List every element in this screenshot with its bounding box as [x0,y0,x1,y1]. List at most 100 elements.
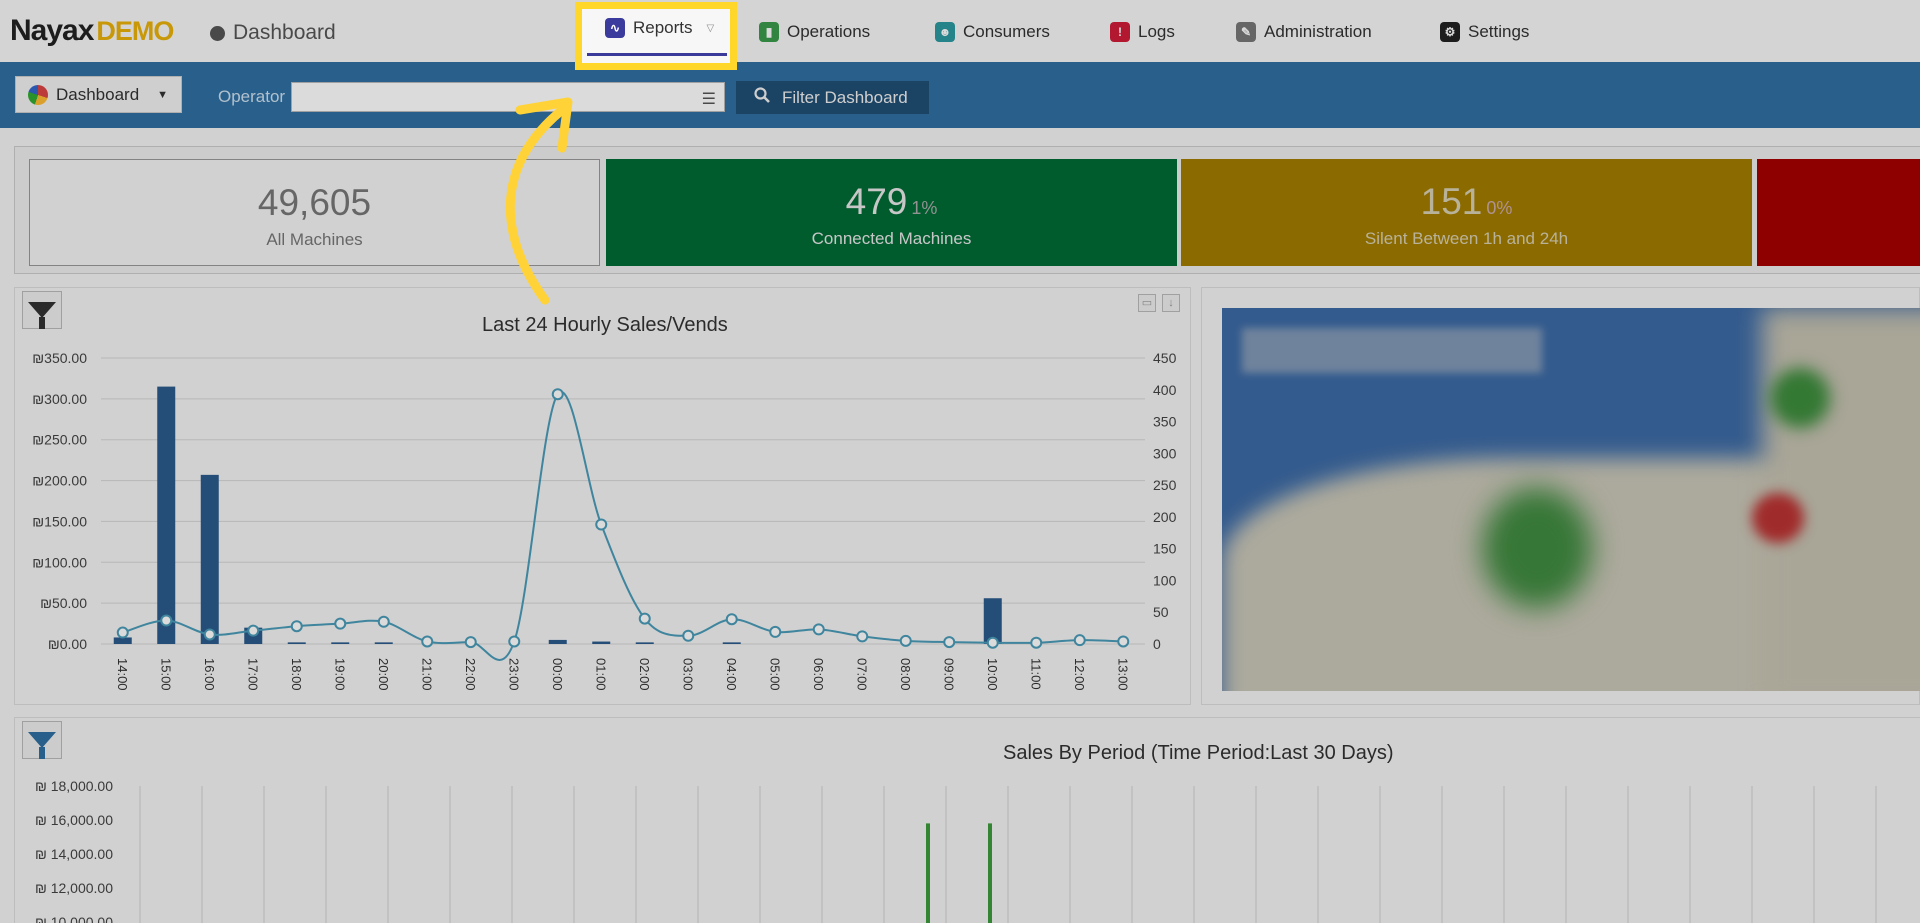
x-tick-label: 14:00 [115,658,130,691]
nav-consumers[interactable]: ☻ Consumers [935,20,1050,44]
hourly-sales-bar [592,641,611,644]
nav-operations-label: Operations [787,22,871,41]
hourly-vends-point [595,518,608,531]
filter-dashboard-button[interactable]: Filter Dashboard [736,81,929,114]
nayax-logo[interactable]: Nayax DEMO [10,14,174,48]
y-tick-label: ₪ 12,000.00 [35,880,113,896]
hourly-vends-point [377,615,390,628]
x-tick-label: 06:00 [811,658,826,691]
hourly-sales-bar [331,642,350,644]
x-tick-label: 02:00 [637,658,652,691]
x-tick-label: 16:00 [202,658,217,691]
chevron-down-icon: ▼ [157,88,169,101]
hourly-sales-bar [374,642,393,644]
y-tick-label-left: ₪250.00 [32,432,87,448]
hourly-vends-point [464,636,477,649]
period-sales-bar [988,823,992,923]
y-tick-label-left: ₪350.00 [32,350,87,366]
hourly-sales-bar [722,642,741,644]
dashboard-select-value: Dashboard [56,84,140,104]
y-tick-label-left: ₪0.00 [48,636,87,652]
x-tick-label: 03:00 [680,658,695,691]
x-tick-label: 21:00 [419,658,434,691]
y-tick-label-left: ₪100.00 [32,554,87,570]
hourly-vends-point [769,625,782,638]
map-park [1482,488,1592,608]
y-tick-label: ₪ 14,000.00 [35,846,113,862]
hourly-vends-point [1117,635,1130,648]
hourly-vends-point [334,617,347,630]
list-icon[interactable]: ☰ [702,89,716,109]
hourly-sales-panel: ▭ ↓ Last 24 Hourly Sales/Vends ₪0.00 ₪50.… [14,287,1191,705]
x-tick-label: 08:00 [898,658,913,691]
dashboard-select[interactable]: Dashboard ▼ [15,76,182,113]
stat-silent-label: Silent Between 1h and 24h [1364,229,1569,248]
sales-by-period-chart: ₪ 10,000.00 ₪ 12,000.00 ₪ 14,000.00 ₪ 16,00… [35,778,1877,923]
x-tick-label: 07:00 [854,658,869,691]
nav-settings[interactable]: ⚙ Settings [1440,20,1529,44]
hourly-vends-point [812,623,825,636]
machines-map[interactable] [1222,308,1920,691]
nav-logs[interactable]: ! Logs [1110,20,1175,44]
hourly-sales-bar [200,474,219,644]
hourly-vends-point [290,620,303,633]
reports-icon: ∿ [605,18,625,38]
operations-icon: ▮ [759,22,779,42]
search-icon [754,87,770,108]
x-tick-label: 15:00 [158,658,173,691]
stat-silent-machines[interactable]: 151 0% Silent Between 1h and 24h [1181,159,1752,266]
y-tick-label-left: ₪150.00 [32,513,87,529]
filter-dashboard-label: Filter Dashboard [782,87,908,107]
nav-administration[interactable]: ✎ Administration [1236,20,1372,44]
hourly-vends-line [122,390,1124,661]
y-tick-label: ₪ 10,000.00 [35,914,113,923]
map-search-bar[interactable] [1242,328,1542,373]
nav-consumers-label: Consumers [963,22,1050,41]
hourly-vends-point [725,613,738,626]
nav-settings-label: Settings [1468,22,1530,41]
hourly-vends-point [551,388,564,401]
x-tick-label: 12:00 [1072,658,1087,691]
hourly-vends-point [1030,636,1043,649]
logs-icon: ! [1110,22,1130,42]
x-tick-label: 04:00 [724,658,739,691]
hourly-vends-point [203,628,216,641]
map-marker-red[interactable] [1752,493,1804,543]
y-tick-label-right: 200 [1153,509,1177,525]
x-tick-label: 13:00 [1115,658,1130,691]
y-tick-label-right: 150 [1153,541,1177,557]
sales-by-period-panel: Sales By Period (Time Period:Last 30 Day… [14,717,1920,923]
map-marker-green[interactable] [1770,368,1830,428]
hourly-vends-point [421,635,434,648]
stat-connected-machines[interactable]: 479 1% Connected Machines [606,159,1177,266]
hourly-vends-point [160,614,173,627]
pie-chart-icon [28,84,48,105]
nav-reports-label: Reports [633,18,693,37]
y-tick-label-right: 0 [1153,636,1161,652]
administration-icon: ✎ [1236,22,1256,42]
x-tick-label: 23:00 [506,658,521,691]
y-tick-label-right: 400 [1153,382,1177,398]
map-panel [1201,287,1920,705]
page-title-text: Dashboard [233,21,336,44]
y-tick-label-right: 350 [1153,414,1177,430]
reports-active-underline [587,53,727,56]
nav-reports[interactable]: ∿ Reports ▽ [605,18,714,38]
hourly-vends-point [856,630,869,643]
nav-operations[interactable]: ▮ Operations [759,20,870,44]
stat-connected-value: 479 [845,181,908,222]
chevron-down-icon: ▽ [706,22,715,34]
x-tick-label: 01:00 [593,658,608,691]
operator-label: Operator [218,87,286,106]
hourly-vends-point [986,636,999,649]
x-tick-label: 00:00 [550,658,565,691]
stat-connected-pct: 1% [911,198,938,218]
stat-offline-machines[interactable] [1757,159,1920,266]
x-tick-label: 11:00 [1028,658,1043,690]
y-tick-label: ₪ 16,000.00 [35,812,113,828]
y-tick-label-right: 50 [1153,604,1169,620]
tutorial-arrow-icon [505,97,573,305]
x-tick-label: 19:00 [332,658,347,691]
x-tick-label: 10:00 [985,658,1000,691]
y-tick-label-right: 450 [1153,350,1177,366]
